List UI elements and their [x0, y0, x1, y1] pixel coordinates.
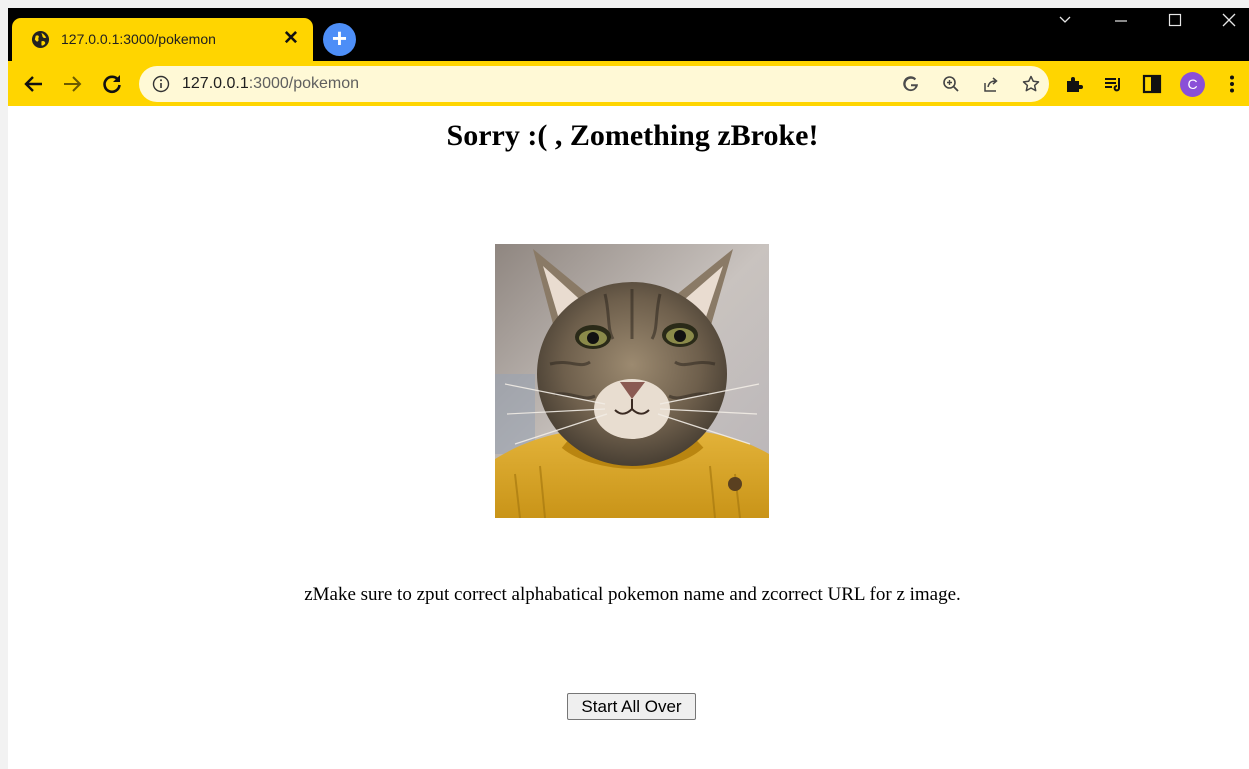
share-icon[interactable] [981, 74, 1001, 94]
browser-window: 127.0.0.1:3000/pokemon ✕ + 127.0.0.1:300… [8, 8, 1249, 769]
maximize-button[interactable] [1150, 8, 1200, 36]
reload-icon[interactable] [100, 72, 124, 96]
arrow-left-icon[interactable] [22, 72, 46, 96]
profile-avatar[interactable]: C [1180, 72, 1205, 97]
tab-search-button[interactable] [1040, 8, 1090, 36]
kebab-menu-icon[interactable] [1221, 73, 1243, 95]
tab-strip: 127.0.0.1:3000/pokemon ✕ + [8, 8, 1249, 61]
reading-list-icon[interactable] [1102, 73, 1124, 95]
google-icon[interactable] [901, 74, 921, 94]
page-title: Sorry :( , Zomething zBroke! [446, 119, 819, 152]
info-icon[interactable] [152, 75, 170, 93]
url-path: :3000/pokemon [248, 75, 360, 92]
address-url: 127.0.0.1:3000/pokemon [182, 75, 359, 93]
tab-close-icon[interactable]: ✕ [280, 28, 302, 50]
tab-title: 127.0.0.1:3000/pokemon [61, 31, 216, 47]
puzzle-icon[interactable] [1063, 73, 1085, 95]
arrow-right-icon[interactable] [60, 72, 84, 96]
chevron-down-icon [1058, 14, 1072, 31]
error-message: zMake sure to zput correct alphabatical … [304, 584, 961, 605]
url-host: 127.0.0.1 [182, 75, 249, 92]
minimize-button[interactable] [1096, 8, 1146, 36]
zoom-icon[interactable] [941, 74, 961, 94]
star-icon[interactable] [1021, 74, 1041, 94]
address-bar[interactable]: 127.0.0.1:3000/pokemon [139, 66, 1049, 102]
close-window-button[interactable] [1204, 8, 1249, 36]
start-all-over-button[interactable]: Start All Over [567, 693, 696, 720]
new-tab-button[interactable]: + [323, 23, 356, 56]
browser-toolbar: 127.0.0.1:3000/pokemon C [8, 61, 1249, 106]
page-content: Sorry :( , Zomething zBroke! zMake sure … [8, 106, 1249, 769]
minimize-icon [1114, 14, 1128, 31]
maximize-icon [1168, 13, 1182, 31]
tab-pokemon[interactable]: 127.0.0.1:3000/pokemon ✕ [12, 18, 313, 61]
side-panel-icon[interactable] [1141, 73, 1163, 95]
cat-image [495, 244, 769, 519]
globe-icon [31, 30, 50, 49]
close-icon [1222, 13, 1236, 31]
screen: 127.0.0.1:3000/pokemon ✕ + 127.0.0.1:300… [0, 0, 1249, 769]
